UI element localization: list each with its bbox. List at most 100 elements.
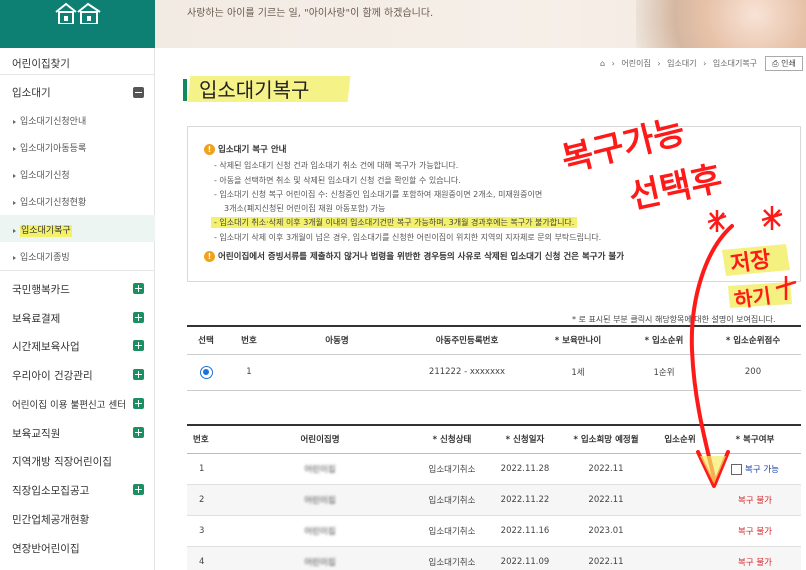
restore-checkbox[interactable]	[731, 463, 742, 475]
apply-date: 2022.11.22	[500, 494, 550, 505]
notice-line: - 입소대기 신청 복구 어린이집 수: 신청중인 입소대기를 포함하여 재원중…	[214, 190, 543, 199]
divider	[0, 270, 155, 271]
sidebar-item-happy-card[interactable]: 국민행복카드	[0, 282, 155, 297]
col-header[interactable]: * 입소순위점수	[705, 326, 801, 354]
banner-text: 사랑하는 아이를 기르는 일, "아이사랑"이 함께 하겠습니다.	[187, 8, 434, 19]
rank-cell	[651, 484, 709, 515]
sidebar-item-workplace-notice[interactable]: 직장입소모집공고	[0, 483, 155, 498]
collapse-icon[interactable]	[133, 87, 144, 98]
sidebar-item-waitlist[interactable]: 입소대기	[0, 85, 155, 100]
sidebar-item-open-workplace[interactable]: 지역개방 직장어린이집	[0, 454, 155, 469]
child-score: 200	[744, 367, 762, 377]
sidebar-item-complaint[interactable]: 어린이집 이용 불편신고 센터	[0, 397, 155, 411]
breadcrumb-item[interactable]: 입소대기	[667, 59, 696, 68]
expand-icon[interactable]	[133, 283, 144, 294]
desired-month: 2022.11	[588, 556, 624, 567]
desired-month: 2022.11	[588, 463, 624, 474]
banner-photo	[636, 0, 806, 48]
bullet-icon	[13, 146, 16, 151]
expand-icon[interactable]	[133, 312, 144, 323]
sidebar-sub-guide[interactable]: 입소대기신청안내	[0, 114, 155, 127]
printer-icon: ⎙	[772, 59, 779, 68]
restore-cell: 복구 불가	[709, 515, 801, 546]
row-number: 3	[199, 525, 205, 536]
table-header-row: 선택 번호 아동명 아동주민등록번호 * 보육만나이 * 입소순위 * 입소순위…	[187, 326, 801, 354]
sidebar-item-find-daycare[interactable]: 어린이집찾기	[0, 56, 155, 71]
table-row: 3 어린이집 입소대기취소 2022.11.16 2023.01 복구 불가	[187, 515, 801, 546]
restore-cell: 복구 불가	[709, 484, 801, 515]
col-header: 번호	[193, 435, 209, 446]
rank-cell	[651, 453, 709, 484]
bullet-icon	[13, 255, 16, 260]
sidebar-sub-register[interactable]: 입소대기아동등록	[0, 141, 155, 154]
sidebar-item-health[interactable]: 우리아이 건강관리	[0, 368, 155, 383]
col-header: 어린이집명	[300, 435, 340, 446]
expand-icon[interactable]	[133, 398, 144, 409]
col-header: 번호	[241, 336, 257, 347]
notice-line-highlighted: - 입소대기 취소·삭제 이후 3개월 이내의 입소대기건만 복구 가능하며, …	[211, 217, 578, 228]
col-header[interactable]: * 입소희망 예정월	[561, 425, 651, 453]
apply-state: 입소대기취소	[428, 557, 476, 568]
breadcrumb-item[interactable]: 어린이집	[621, 59, 650, 68]
expand-icon[interactable]	[133, 369, 144, 380]
notice-heading: ! 입소대기 복구 안내	[204, 143, 286, 155]
child-table: 선택 번호 아동명 아동주민등록번호 * 보육만나이 * 입소순위 * 입소순위…	[187, 325, 801, 391]
bullet-icon	[13, 173, 16, 178]
sidebar-item-extended-class[interactable]: 연장반어린이집	[0, 541, 155, 556]
sidebar-sub-restore[interactable]: 입소대기복구	[0, 215, 155, 242]
expand-icon[interactable]	[133, 484, 144, 495]
apply-date: 2022.11.09	[500, 556, 550, 567]
col-header: 입소순위	[664, 435, 696, 446]
sidebar-item-private-disclosure[interactable]: 민간업체공개현황	[0, 512, 155, 527]
bullet-icon	[13, 228, 16, 233]
alert-icon: !	[204, 144, 215, 155]
notice-line: 3개소(폐지신청된 어린이집 재원 아동포함) 가능	[224, 204, 386, 213]
col-header[interactable]: * 신청상태	[415, 425, 489, 453]
restore-cell: 복구 가능	[709, 453, 801, 484]
site-logo[interactable]	[0, 0, 155, 48]
col-header[interactable]: * 복구여부	[709, 425, 801, 453]
rank-cell	[651, 546, 709, 570]
apply-state: 입소대기취소	[428, 495, 476, 506]
restore-status: 복구 불가	[738, 526, 772, 537]
restore-status: 복구 불가	[738, 557, 772, 568]
top-header: 사랑하는 아이를 기르는 일, "아이사랑"이 함께 하겠습니다.	[0, 0, 806, 48]
sidebar-item-payment[interactable]: 보육료결제	[0, 311, 155, 326]
col-header[interactable]: * 입소순위	[623, 326, 705, 354]
child-name	[273, 354, 401, 390]
restore-status: 복구 가능	[745, 464, 779, 475]
expand-icon[interactable]	[133, 340, 144, 351]
expand-icon[interactable]	[133, 427, 144, 438]
notice-line: - 입소대기 삭제 이후 3개월이 넘은 경우, 입소대기를 신청한 어린이집이…	[214, 233, 602, 242]
breadcrumb-item[interactable]: 입소대기복구	[713, 59, 757, 68]
alert-icon: !	[204, 251, 215, 262]
notice-line: - 삭제된 입소대기 신청 건과 입소대기 취소 건에 대해 복구가 가능합니다…	[214, 161, 459, 170]
sidebar-sub-proof[interactable]: 입소대기종빙	[0, 250, 155, 263]
col-header: 선택	[198, 336, 214, 347]
child-age: 1세	[571, 368, 585, 378]
daycare-name: 어린이집	[304, 495, 336, 506]
col-header[interactable]: * 신청일자	[489, 425, 561, 453]
row-number: 4	[199, 556, 205, 567]
table-row: 1 211222 - xxxxxxx 1세 1순위 200	[187, 354, 801, 390]
print-button[interactable]: ⎙ 인쇄	[765, 56, 803, 71]
notice-box: ! 입소대기 복구 안내 - 삭제된 입소대기 신청 건과 입소대기 취소 건에 …	[187, 126, 801, 282]
desired-month: 2023.01	[588, 525, 624, 536]
child-select-radio[interactable]	[199, 365, 213, 379]
daycare-name: 어린이집	[304, 526, 336, 537]
sidebar-item-hourly-care[interactable]: 시간제보육사업	[0, 339, 155, 354]
table-header-row: 번호 어린이집명 * 신청상태 * 신청일자 * 입소희망 예정월 입소순위 *…	[187, 425, 801, 453]
sidebar-sub-apply[interactable]: 입소대기신청	[0, 168, 155, 181]
header-banner: 사랑하는 아이를 기르는 일, "아이사랑"이 함께 하겠습니다.	[155, 0, 806, 48]
title-accent-bar	[183, 79, 187, 101]
table-row: 4 어린이집 입소대기취소 2022.11.09 2022.11 복구 불가	[187, 546, 801, 570]
restore-cell: 복구 불가	[709, 546, 801, 570]
sidebar-sub-status[interactable]: 입소대기신청현황	[0, 195, 155, 208]
apply-state: 입소대기취소	[428, 464, 476, 475]
sidebar-item-label: 입소대기	[12, 87, 51, 99]
col-header[interactable]: * 보육만나이	[533, 326, 623, 354]
home-icon[interactable]: ⌂	[600, 59, 605, 68]
sidebar-item-staff[interactable]: 보육교직원	[0, 426, 155, 441]
restore-status: 복구 불가	[738, 495, 772, 506]
apply-date: 2022.11.28	[500, 463, 550, 474]
